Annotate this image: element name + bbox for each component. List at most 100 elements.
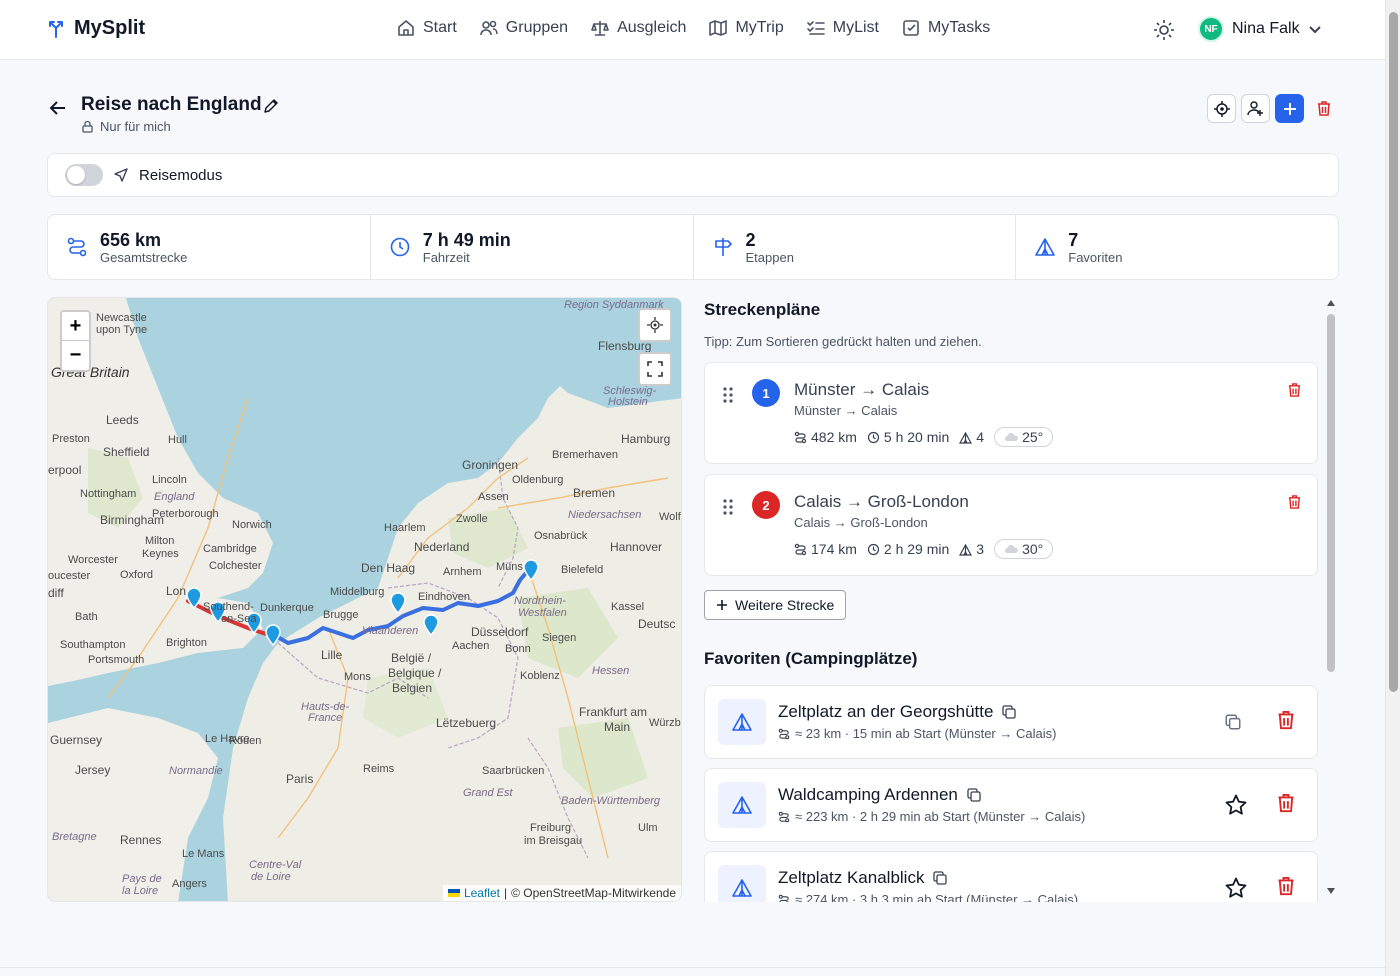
nav-ausgleich[interactable]: Ausgleich	[590, 18, 686, 38]
stat-distance: 656 km Gesamtstrecke	[48, 215, 371, 279]
map-marker[interactable]	[422, 614, 440, 636]
map-marker[interactable]	[522, 559, 540, 581]
map-label: Koblenz	[520, 670, 560, 682]
route-duration: 5 h 20 min	[883, 429, 950, 445]
route-meta: 174 km 2 h 29 min 3 30°	[794, 539, 1054, 559]
map-label: Middelburg	[330, 586, 385, 598]
map-marker[interactable]	[185, 587, 203, 609]
checkbox-icon	[903, 20, 919, 36]
stat-favorites: 7 Favoriten	[1016, 215, 1338, 279]
favorite-card[interactable]: Zeltplatz an der Georgshütte ≈ 23 km · 1…	[704, 685, 1318, 759]
map-label: Hessen	[592, 665, 630, 677]
route-panel: Streckenpläne Tipp: Zum Sortieren gedrüc…	[700, 297, 1340, 902]
map-label: France	[308, 712, 343, 724]
stat-distance-value: 656 km	[100, 229, 162, 250]
map-label: Cambridge	[203, 543, 257, 555]
add-button[interactable]	[1275, 94, 1304, 123]
scroll-down-icon[interactable]	[1327, 888, 1335, 894]
map-label: Lon	[166, 584, 187, 598]
route-subtitle: Calais → Groß-London	[794, 515, 928, 530]
crosshair-icon	[647, 317, 663, 333]
map-label: Nederland	[414, 540, 470, 554]
map-label: Eindhoven	[418, 591, 470, 603]
navigation-arrow-icon	[114, 168, 128, 182]
brand-logo[interactable]: MySplit	[46, 17, 145, 40]
clock-icon	[867, 431, 880, 443]
map-marker[interactable]	[264, 624, 282, 646]
zoom-in-button[interactable]: +	[62, 312, 89, 341]
map-label: Bremerhaven	[552, 449, 619, 461]
delete-trip-button[interactable]	[1309, 94, 1338, 123]
back-arrow-icon[interactable]	[48, 98, 68, 118]
map-icon	[709, 20, 728, 36]
map-label: Aachen	[452, 640, 490, 652]
zoom-out-button[interactable]: −	[62, 341, 89, 370]
map-label: Hannover	[610, 540, 663, 554]
page-scrollbar[interactable]	[1385, 0, 1400, 976]
nav-mylist[interactable]: MyList	[806, 18, 879, 38]
locate-button[interactable]	[1207, 94, 1236, 123]
map-label: Bremen	[573, 486, 616, 500]
trash-icon[interactable]	[1276, 792, 1296, 814]
route-map[interactable]: Region Syddanmark Newcastle upon Tyne Fl…	[47, 297, 682, 902]
trash-icon[interactable]	[1287, 382, 1302, 398]
map-locate-button[interactable]	[638, 308, 672, 342]
travel-mode-toggle[interactable]	[65, 164, 103, 186]
add-member-button[interactable]	[1241, 94, 1270, 123]
stats-bar: 656 km Gesamtstrecke 7 h 49 min Fahrzeit 2…	[47, 214, 1339, 280]
map-label: Bonn	[505, 643, 531, 655]
copy-icon[interactable]	[932, 870, 948, 886]
route-title: Münster → Calais	[794, 380, 930, 399]
copy-icon[interactable]	[966, 787, 982, 803]
copy-icon[interactable]	[1224, 713, 1242, 731]
chevron-down-icon	[1308, 26, 1321, 34]
tent-icon	[959, 543, 973, 556]
star-icon[interactable]	[1224, 793, 1248, 817]
trash-icon[interactable]	[1276, 875, 1296, 897]
map-label: Vlaanderen	[362, 625, 419, 637]
user-menu[interactable]: NF Nina Falk	[1198, 16, 1322, 42]
leaflet-link[interactable]: Leaflet	[464, 886, 500, 900]
campsite-icon-box	[718, 865, 766, 902]
tent-icon	[732, 796, 752, 814]
tent-icon	[732, 879, 752, 897]
nav-mytrip[interactable]: MyTrip	[708, 18, 784, 38]
map-label: Zwolle	[456, 513, 488, 525]
fullscreen-button[interactable]	[638, 352, 672, 386]
tent-icon	[1035, 238, 1056, 256]
stat-stages-value: 2	[745, 229, 756, 250]
favorite-card[interactable]: Zeltplatz Kanalblick ≈ 274 km · 3 h 3 mi…	[704, 851, 1318, 902]
route-card[interactable]: 2 Calais → Groß-London Calais → Groß-Lon…	[704, 474, 1318, 576]
star-icon[interactable]	[1224, 876, 1248, 900]
favorite-card[interactable]: Waldcamping Ardennen ≈ 223 km · 2 h 29 m…	[704, 768, 1318, 842]
stat-distance-label: Gesamtstrecke	[100, 249, 188, 265]
home-icon	[398, 20, 414, 36]
trash-icon[interactable]	[1287, 494, 1302, 510]
map-label: Milton	[145, 535, 175, 547]
drag-handle-icon[interactable]	[723, 499, 733, 515]
nav-start[interactable]: Start	[396, 18, 457, 38]
favorite-info-text: ≈ 23 km · 15 min ab Start (Münster → Cal…	[795, 726, 1057, 741]
pencil-icon[interactable]	[262, 97, 280, 115]
fullscreen-icon	[647, 361, 663, 377]
route-card[interactable]: 1 Münster → Calais Münster → Calais 482 …	[704, 362, 1318, 464]
add-route-button[interactable]: Weitere Strecke	[704, 590, 847, 620]
trash-icon[interactable]	[1276, 709, 1296, 731]
nav-gruppen[interactable]: Gruppen	[479, 18, 568, 38]
map-label: Pays de	[122, 873, 162, 885]
sun-icon[interactable]	[1153, 19, 1175, 41]
map-marker[interactable]	[389, 592, 407, 614]
nav-mytasks[interactable]: MyTasks	[901, 18, 990, 38]
copy-icon[interactable]	[1001, 704, 1017, 720]
user-plus-icon	[1247, 101, 1263, 116]
stat-stages: 2 Etappen	[694, 215, 1017, 279]
route-number: 1	[752, 379, 780, 407]
map-label: Oldenburg	[512, 474, 564, 486]
panel-scrollbar[interactable]	[1325, 298, 1337, 900]
map-label: Reims	[363, 763, 395, 775]
drag-handle-icon[interactable]	[723, 387, 733, 403]
page-title: Reise nach England	[81, 94, 262, 115]
scroll-up-icon[interactable]	[1327, 300, 1335, 306]
map-label: Rennes	[120, 833, 162, 847]
map-label: Paris	[286, 772, 314, 786]
